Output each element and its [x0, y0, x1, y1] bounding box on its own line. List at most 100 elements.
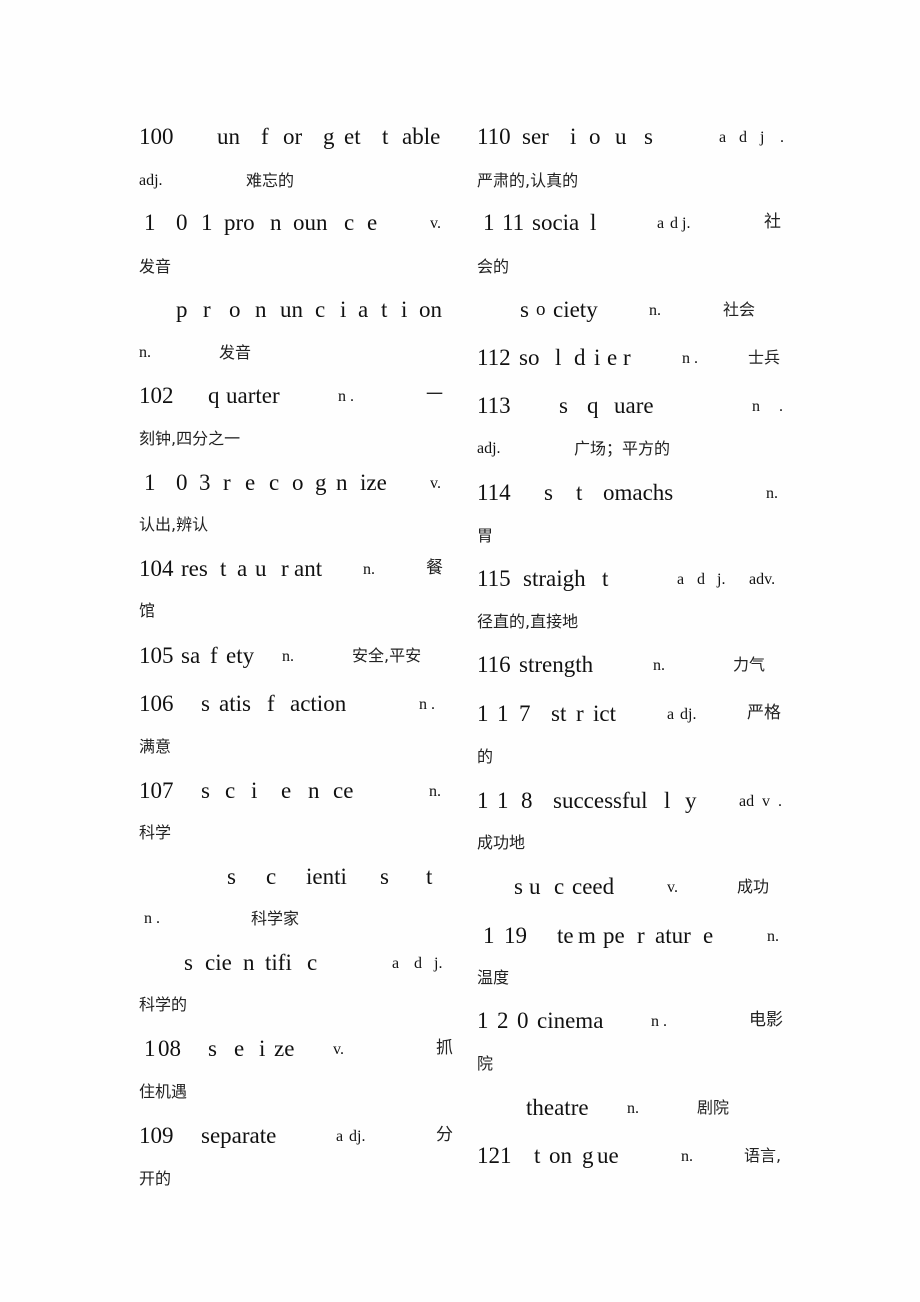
word-fragment: s	[184, 950, 193, 975]
word-fragment: ize	[360, 470, 387, 495]
entry-number: 107	[139, 778, 174, 803]
word-fragment: u	[529, 874, 541, 899]
chinese-meaning: 发音	[219, 343, 252, 362]
part-of-speech: ad	[739, 793, 755, 810]
part-of-speech: n.	[139, 344, 151, 361]
word-fragment: un	[217, 124, 240, 149]
word-fragment: atis	[219, 691, 251, 716]
word-fragment: f	[210, 643, 218, 668]
word-fragment: r	[623, 345, 631, 370]
word-fragment: i	[594, 345, 601, 370]
part-of-speech: n.	[681, 1148, 693, 1165]
part-of-speech: j.	[717, 571, 726, 588]
word-fragment: g	[323, 124, 335, 149]
word-fragment: a	[237, 556, 248, 581]
word-fragment: ant	[294, 556, 323, 581]
word-fragment: f	[261, 124, 269, 149]
entry-number: 110	[477, 124, 511, 149]
word-fragment: r	[281, 556, 289, 581]
entry-number: 8	[521, 788, 533, 813]
word-fragment: un	[280, 297, 303, 322]
word-fragment: e	[367, 210, 378, 235]
word-fragment: cinema	[537, 1008, 604, 1033]
word-fragment: n	[336, 470, 348, 495]
word-fragment: ceed	[572, 874, 615, 899]
part-of-speech: n .	[144, 910, 160, 927]
word-fragment: i	[401, 297, 408, 322]
chinese-meaning: 力气	[733, 655, 766, 674]
word-fragment: ce	[333, 778, 354, 803]
word-fragment: omachs	[603, 480, 674, 505]
word-fragment: straigh	[523, 566, 586, 591]
entry-number: 0	[176, 470, 188, 495]
entry-number: 11	[502, 210, 525, 235]
word-fragment: t	[534, 1143, 541, 1168]
word-fragment: sa	[181, 643, 201, 668]
chinese-meaning: 严肃的,认真的	[477, 171, 579, 190]
word-fragment: n	[255, 297, 267, 322]
entry-number: 116	[477, 652, 511, 677]
part-of-speech: adj.	[477, 440, 501, 457]
entry-number: 19	[504, 923, 527, 948]
word-fragment: t	[576, 480, 583, 505]
word-fragment: s	[644, 124, 653, 149]
part-of-speech: v	[762, 793, 770, 810]
part-of-speech: adj.	[139, 172, 163, 189]
chinese-meaning: 安全,平安	[352, 646, 422, 665]
word-fragment: s	[380, 864, 389, 889]
word-fragment: ue	[597, 1143, 619, 1168]
entry-number: 104	[139, 556, 174, 581]
chinese-meaning: 难忘的	[246, 171, 295, 190]
word-fragment: r	[576, 701, 584, 726]
word-fragment: r	[637, 923, 645, 948]
word-fragment: c	[554, 874, 565, 899]
part-of-speech: d	[739, 129, 747, 146]
chinese-meaning: 刻钟,四分之一	[139, 429, 241, 448]
chinese-meaning: 社	[764, 212, 781, 232]
word-fragment: g	[315, 470, 327, 495]
part-of-speech: .	[780, 129, 784, 146]
word-fragment: theatre	[526, 1095, 589, 1120]
word-fragment: r	[203, 297, 211, 322]
word-fragment: i	[340, 297, 347, 322]
chinese-meaning: 剧院	[697, 1098, 730, 1117]
entry-number: 113	[477, 393, 511, 418]
word-fragment: s	[559, 393, 568, 418]
word-fragment: q	[587, 393, 599, 418]
word-fragment: on	[549, 1143, 572, 1168]
word-fragment: s	[201, 778, 210, 803]
part-of-speech: a	[392, 955, 400, 972]
word-fragment: o	[229, 297, 241, 322]
word-fragment: s	[544, 480, 553, 505]
word-fragment: o	[292, 470, 304, 495]
entry-number: 1	[144, 210, 156, 235]
part-of-speech: v.	[430, 215, 441, 232]
chinese-meaning: 开的	[139, 1169, 172, 1188]
word-fragment: on	[419, 297, 442, 322]
entry-number: 1	[497, 788, 509, 813]
word-fragment: res	[181, 556, 208, 581]
word-fragment: n	[243, 950, 255, 975]
part-of-speech: n.	[627, 1100, 639, 1117]
part-of-speech: .	[778, 793, 782, 810]
part-of-speech: v.	[430, 475, 441, 492]
part-of-speech: dj.	[680, 706, 697, 723]
chinese-meaning: 抓	[436, 1038, 453, 1058]
word-fragment: t	[382, 124, 389, 149]
entry-number: 08	[158, 1036, 181, 1061]
part-of-speech: a	[719, 129, 727, 146]
entry-number: 3	[199, 470, 211, 495]
part-of-speech: n.	[766, 485, 778, 502]
word-fragment: s	[227, 864, 236, 889]
chinese-meaning: 院	[477, 1054, 494, 1073]
word-fragment: st	[551, 701, 567, 726]
chinese-meaning: 一	[426, 385, 443, 405]
word-fragment: l	[590, 210, 597, 235]
word-fragment: successful	[553, 788, 648, 813]
word-fragment: oun	[293, 210, 328, 235]
word-fragment: c	[307, 950, 318, 975]
word-fragment: action	[290, 691, 347, 716]
part-of-speech: n .	[651, 1013, 667, 1030]
word-fragment: e	[607, 345, 618, 370]
word-fragment: s	[520, 297, 529, 322]
